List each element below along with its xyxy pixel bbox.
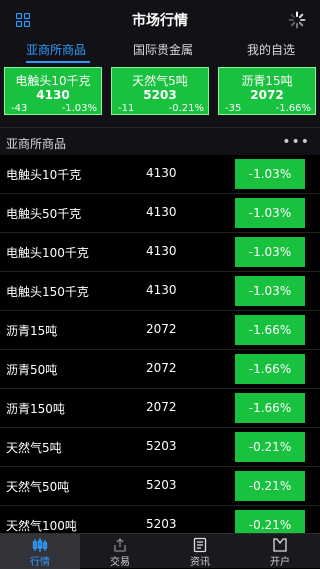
row-percent-badge: -1.03% [235, 159, 305, 189]
row-percent-badge: -0.21% [235, 510, 305, 533]
page-title: 市场行情 [132, 13, 188, 29]
quote-row[interactable]: 沥青150吨 2072 -1.66% [0, 389, 320, 428]
row-percent-badge: -1.03% [235, 237, 305, 267]
quote-row[interactable]: 天然气50吨 5203 -0.21% [0, 467, 320, 506]
row-price: 5203 [146, 478, 177, 492]
more-icon[interactable]: ••• [282, 134, 310, 150]
trade-icon [114, 538, 126, 552]
quote-card[interactable]: 电触头10千克 4130 -43 -1.03% [4, 67, 102, 115]
quote-row[interactable]: 电触头150千克 4130 -1.03% [0, 272, 320, 311]
row-name: 天然气5吨 [6, 441, 62, 455]
row-percent-badge: -0.21% [235, 432, 305, 462]
row-percent-badge: -1.03% [235, 276, 305, 306]
account-icon [273, 538, 287, 552]
card-percent: -0.21% [168, 103, 204, 114]
tab-label: 交易 [110, 557, 130, 568]
tab-label: 行情 [30, 557, 50, 568]
row-price: 5203 [146, 439, 177, 453]
tab-precious-metals[interactable]: 国际贵金属 [133, 41, 193, 58]
bottom-tab-bar: 行情 交易 资讯 开户 [0, 533, 320, 569]
card-price: 4130 [36, 88, 70, 102]
row-name: 天然气50吨 [6, 480, 70, 494]
row-percent-badge: -1.03% [235, 198, 305, 228]
tab-news[interactable]: 资讯 [160, 534, 240, 569]
tab-trade[interactable]: 交易 [80, 534, 160, 569]
quote-card[interactable]: 天然气5吨 5203 -11 -0.21% [111, 67, 209, 115]
quote-row[interactable]: 电触头50千克 4130 -1.03% [0, 194, 320, 233]
section-header: 亚商所商品 ••• [0, 127, 320, 155]
card-percent: -1.03% [61, 103, 97, 114]
tab-label: 开户 [270, 557, 290, 568]
loading-spinner-icon [288, 11, 306, 29]
news-icon [193, 537, 207, 553]
section-title: 亚商所商品 [6, 137, 67, 151]
quote-row[interactable]: 天然气100吨 5203 -0.21% [0, 506, 320, 533]
row-name: 电触头150千克 [6, 285, 89, 299]
row-name: 电触头50千克 [6, 207, 82, 221]
chart-icon [32, 538, 48, 552]
row-price: 5203 [146, 517, 177, 531]
card-change: -11 [118, 103, 135, 114]
tab-open-account[interactable]: 开户 [240, 534, 320, 569]
row-price: 2072 [146, 322, 177, 336]
row-percent-badge: -1.66% [235, 393, 305, 423]
card-price: 2072 [250, 88, 284, 102]
row-name: 天然气100吨 [6, 519, 77, 533]
card-name: 沥青15吨 [241, 74, 293, 88]
tab-label: 资讯 [190, 557, 210, 568]
row-name: 电触头100千克 [6, 246, 89, 260]
quote-row[interactable]: 沥青50吨 2072 -1.66% [0, 350, 320, 389]
row-price: 4130 [146, 244, 177, 258]
quote-list: 电触头10千克 4130 -1.03% 电触头50千克 4130 -1.03% … [0, 155, 320, 533]
row-percent-badge: -0.21% [235, 471, 305, 501]
quote-card[interactable]: 沥青15吨 2072 -35 -1.66% [218, 67, 316, 115]
card-change: -43 [11, 103, 28, 114]
row-price: 4130 [146, 205, 177, 219]
quote-row[interactable]: 电触头100千克 4130 -1.03% [0, 233, 320, 272]
card-change: -35 [225, 103, 242, 114]
tab-watchlist[interactable]: 我的自选 [247, 41, 295, 58]
tab-market[interactable]: 行情 [0, 534, 80, 569]
row-name: 沥青15吨 [6, 324, 58, 338]
quote-row[interactable]: 天然气5吨 5203 -0.21% [0, 428, 320, 467]
quote-row[interactable]: 电触头10千克 4130 -1.03% [0, 155, 320, 194]
row-price: 4130 [146, 166, 177, 180]
tab-asia-commodities[interactable]: 亚商所商品 [26, 41, 86, 58]
quote-cards: 电触头10千克 4130 -43 -1.03% 天然气5吨 5203 -11 -… [0, 63, 320, 127]
card-name: 电触头10千克 [15, 74, 91, 88]
row-name: 沥青50吨 [6, 363, 58, 377]
row-price: 2072 [146, 361, 177, 375]
row-percent-badge: -1.66% [235, 315, 305, 345]
card-percent: -1.66% [275, 103, 311, 114]
nav-bar: 市场行情 [0, 0, 320, 38]
row-price: 2072 [146, 400, 177, 414]
card-price: 5203 [143, 88, 177, 102]
row-price: 4130 [146, 283, 177, 297]
row-name: 沥青150吨 [6, 402, 65, 416]
card-name: 天然气5吨 [132, 74, 188, 88]
row-name: 电触头10千克 [6, 168, 82, 182]
market-tabs: 亚商所商品 国际贵金属 我的自选 [0, 38, 320, 63]
row-percent-badge: -1.66% [235, 354, 305, 384]
quote-row[interactable]: 沥青15吨 2072 -1.66% [0, 311, 320, 350]
